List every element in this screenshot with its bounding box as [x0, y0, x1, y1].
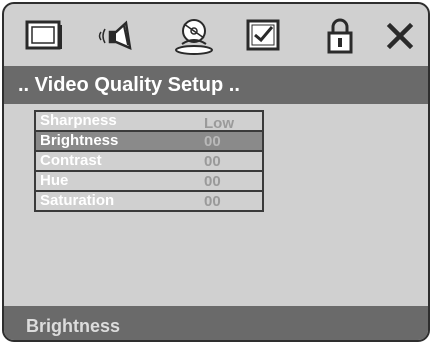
monitor-icon[interactable]: [22, 14, 66, 58]
menu-item-saturation[interactable]: Saturation 00: [36, 190, 262, 210]
menu-item-value: 00: [204, 133, 221, 150]
checklist-icon[interactable]: [242, 14, 286, 58]
disc-icon[interactable]: [172, 14, 216, 58]
menu-item-value: 00: [204, 193, 221, 210]
menu-item-contrast[interactable]: Contrast 00: [36, 150, 262, 170]
menu-item-label: Saturation: [40, 192, 115, 209]
close-icon[interactable]: [378, 14, 422, 58]
page-title: .. Video Quality Setup ..: [4, 66, 428, 104]
menu-item-label: Brightness: [40, 132, 119, 149]
menu-item-label: Sharpness: [40, 112, 117, 129]
lock-icon[interactable]: [318, 14, 362, 58]
speaker-icon[interactable]: [96, 14, 140, 58]
icon-bar: [4, 4, 428, 66]
menu-item-brightness[interactable]: Brightness 00: [36, 130, 262, 150]
menu-item-value: 00: [204, 153, 221, 170]
menu-item-hue[interactable]: Hue 00: [36, 170, 262, 190]
settings-list: Sharpness Low Brightness 00 Contrast 00 …: [34, 110, 264, 212]
status-bar: Brightness: [4, 306, 428, 340]
osd-window: .. Video Quality Setup .. Sharpness Low …: [2, 2, 430, 342]
menu-item-sharpness[interactable]: Sharpness Low: [36, 112, 262, 132]
menu-item-label: Hue: [40, 172, 69, 189]
menu-item-label: Contrast: [40, 152, 102, 169]
menu-panel: Sharpness Low Brightness 00 Contrast 00 …: [4, 104, 428, 306]
menu-item-value: 00: [204, 173, 221, 190]
